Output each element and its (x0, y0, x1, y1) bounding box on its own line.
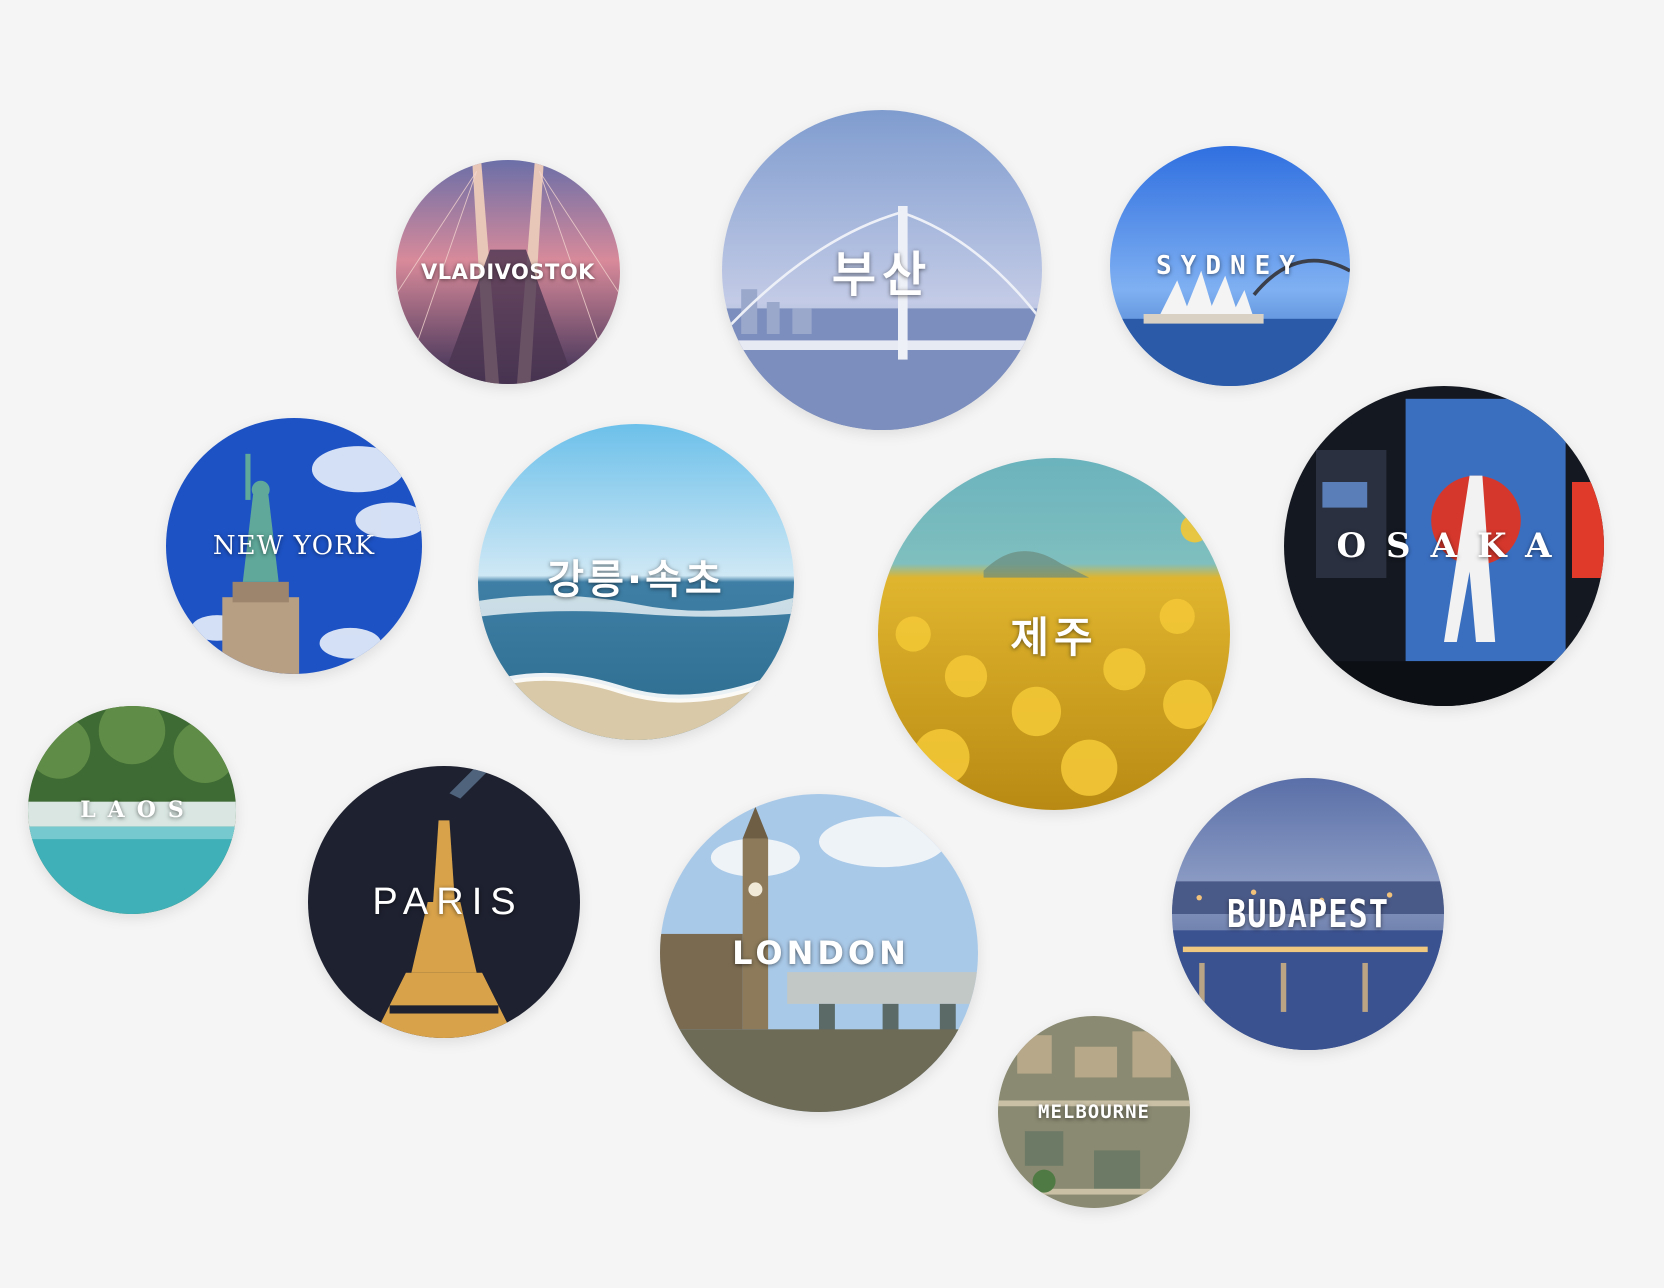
destination-label: 강릉·속초 (547, 557, 725, 603)
destination-melbourne[interactable]: MELBOURNE (998, 1016, 1190, 1208)
destination-label: 부산 (831, 247, 933, 303)
destination-jeju[interactable]: 제주 (878, 458, 1230, 810)
destination-gangneung-sokcho[interactable]: 강릉·속초 (478, 424, 794, 740)
destination-label: 제주 (1010, 612, 1098, 662)
destination-budapest[interactable]: BUDAPEST (1172, 778, 1444, 1050)
destination-busan[interactable]: 부산 (722, 110, 1042, 430)
destination-london[interactable]: LONDON (660, 794, 978, 1112)
destination-label: OSAKA (1336, 526, 1572, 566)
destination-label: PARIS (372, 880, 524, 923)
destination-label: LONDON (732, 934, 910, 972)
destination-label: MELBOURNE (1038, 1101, 1150, 1123)
destination-label: SYDNEY (1156, 251, 1304, 281)
destination-osaka[interactable]: OSAKA (1284, 386, 1604, 706)
destination-label: LAOS (80, 797, 196, 823)
destination-laos[interactable]: LAOS (28, 706, 236, 914)
destination-label: NEW YORK (212, 531, 376, 561)
destination-label: BUDAPEST (1226, 891, 1390, 937)
destination-newyork[interactable]: NEW YORK (166, 418, 422, 674)
destination-paris[interactable]: PARIS (308, 766, 580, 1038)
destination-sydney[interactable]: SYDNEY (1110, 146, 1350, 386)
destination-label: VLADIVOSTOK (421, 260, 595, 284)
destination-vladivostok[interactable]: VLADIVOSTOK (396, 160, 620, 384)
